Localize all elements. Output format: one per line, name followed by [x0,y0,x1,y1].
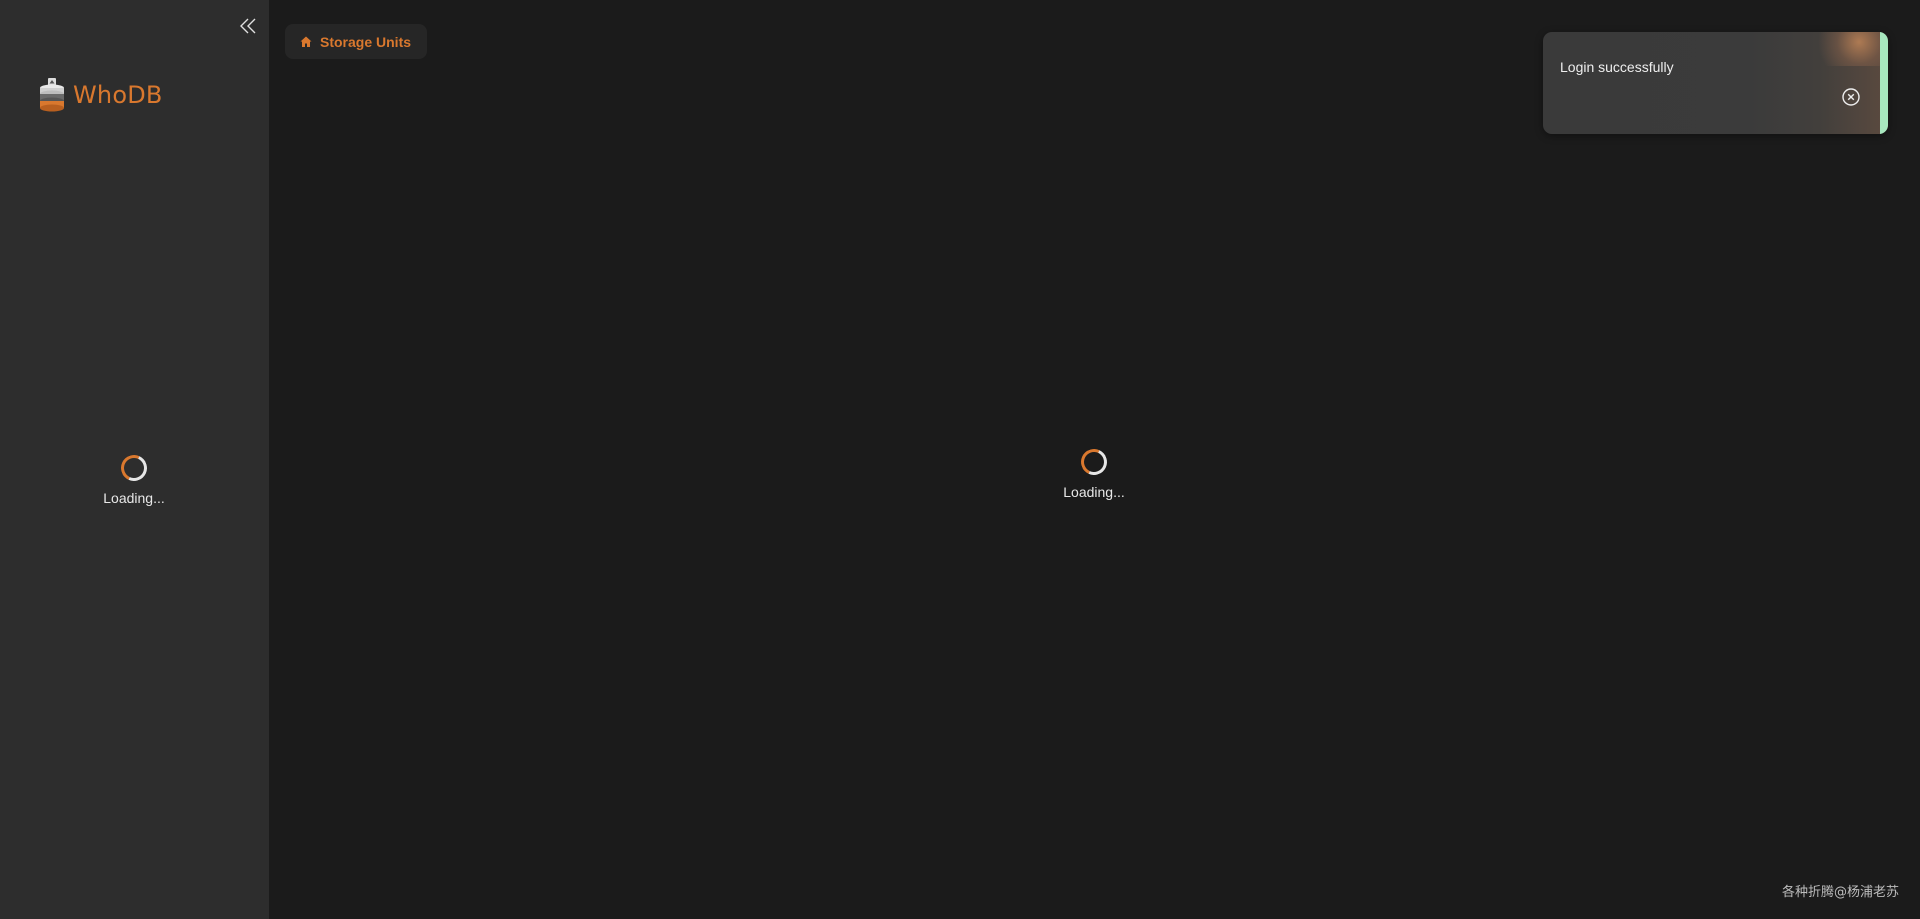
close-circle-icon [1842,88,1860,106]
toast-glow [1810,32,1880,66]
watermark: 各种折腾@杨浦老苏 [1781,885,1899,900]
brand-name: WhoDB [73,81,163,109]
breadcrumb-storage-units[interactable]: Storage Units [285,24,428,59]
sidebar-loading-text: Loading... [103,490,165,506]
brand[interactable]: WhoDB [37,78,163,112]
spinner-icon [117,451,151,485]
database-logo-icon [40,78,64,112]
toast-close-button[interactable] [1841,87,1861,107]
toast-accent-bar [1880,32,1888,134]
breadcrumb-label: Storage Units [320,33,412,50]
sidebar: WhoDB Loading... [0,0,269,919]
toast-notification: Login successfully [1543,32,1888,134]
collapse-sidebar-button[interactable] [236,14,260,38]
main-loader: Loading... [1063,445,1125,500]
main-loading-text: Loading... [1063,484,1125,500]
spinner-icon [1077,445,1111,479]
app-root: WhoDB Loading... Storage Units Loading..… [0,0,1920,919]
double-chevron-left-icon [240,18,256,34]
sidebar-loader: Loading... [103,451,165,506]
toast-message: Login successfully [1560,59,1674,75]
home-icon [299,35,313,49]
